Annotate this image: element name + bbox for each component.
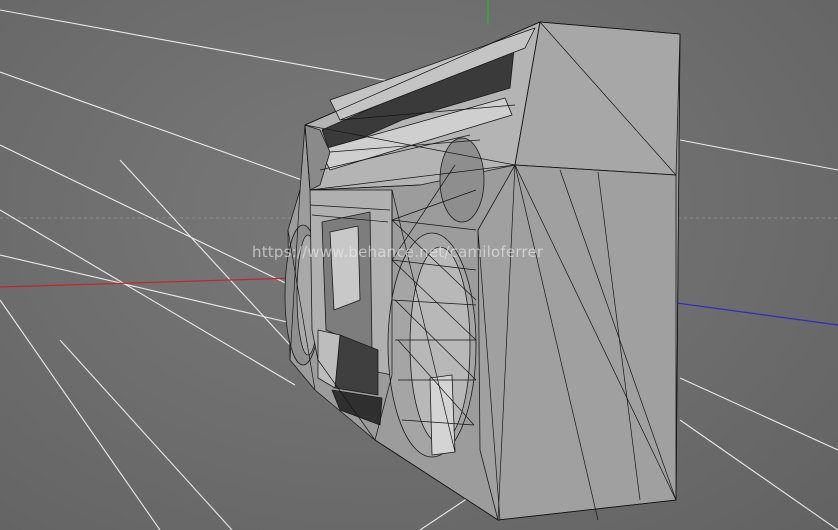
- viewport-canvas[interactable]: [0, 0, 838, 530]
- 3d-viewport[interactable]: https://www.behance.net/camiloferrer: [0, 0, 838, 530]
- boombox-model[interactable]: [284, 21, 681, 521]
